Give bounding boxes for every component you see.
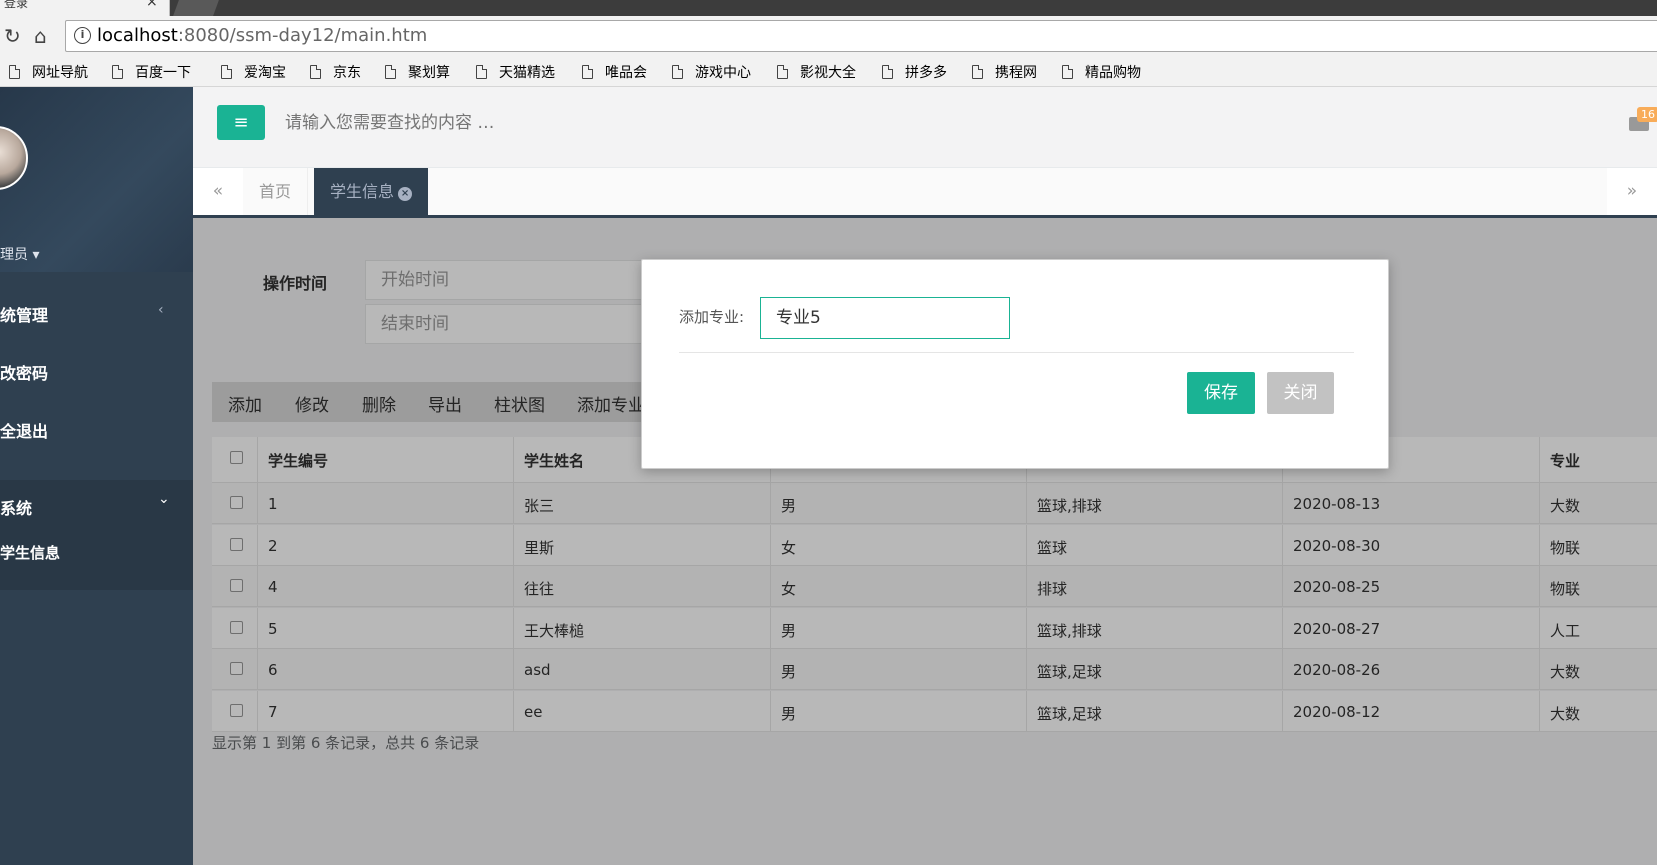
page-icon <box>310 65 321 79</box>
avatar[interactable] <box>0 126 28 190</box>
close-circle-icon[interactable]: × <box>398 187 413 201</box>
top-header: ≡ 16 <box>193 87 1657 168</box>
sidebar-item-system-manage[interactable]: 统管理 ‹ <box>0 287 193 342</box>
close-button[interactable]: 关闭 <box>1267 372 1334 414</box>
url-input[interactable]: i localhost:8080/ssm-day12/main.htm <box>65 20 1657 52</box>
page-icon <box>476 65 487 79</box>
role-dropdown[interactable]: 理员 ▾ <box>0 244 39 264</box>
bookmark-item[interactable]: 影视大全 <box>777 62 856 82</box>
tab-student-info[interactable]: 学生信息 × <box>314 168 429 215</box>
sidebar-item-logout[interactable]: 全退出 <box>0 403 193 458</box>
dialog-divider <box>679 352 1354 353</box>
address-bar: ↻ ⌂ i localhost:8080/ssm-day12/main.htm <box>0 16 1657 56</box>
search-input[interactable] <box>285 105 785 140</box>
bookmark-item[interactable]: 唯品会 <box>582 62 647 82</box>
new-tab-button[interactable] <box>173 0 219 16</box>
page-icon <box>672 65 683 79</box>
page-icon <box>582 65 593 79</box>
bookmark-item[interactable]: 京东 <box>310 62 361 82</box>
chevron-down-icon: ⌄ <box>158 491 170 507</box>
page-icon <box>777 65 788 79</box>
page-icon <box>221 65 232 79</box>
bookmark-item[interactable]: 拼多多 <box>882 62 947 82</box>
browser-tabstrip: 登录 × <box>0 0 1657 16</box>
tab-home[interactable]: 首页 <box>243 168 309 215</box>
major-field-label: 添加专业: <box>679 308 745 326</box>
browser-tab-title: 登录 <box>4 0 29 10</box>
bookmark-item[interactable]: 天猫精选 <box>476 62 555 82</box>
page-icon <box>1062 65 1073 79</box>
sidebar-item-system[interactable]: 系统 ⌄ 学生信息 <box>0 480 193 590</box>
browser-tab[interactable]: 登录 × <box>0 0 170 16</box>
sidebar-item-change-password[interactable]: 改密码 <box>0 345 193 400</box>
sidebar: 理员 ▾ 统管理 ‹ 改密码 全退出 系统 ⌄ 学生信息 <box>0 87 193 865</box>
content-tabs: « 首页 学生信息 × » <box>193 168 1657 218</box>
page-icon <box>112 65 123 79</box>
hamburger-icon: ≡ <box>233 112 249 133</box>
reload-icon[interactable]: ↻ <box>4 24 21 48</box>
url-text: localhost:8080/ssm-day12/main.htm <box>97 25 428 46</box>
profile-panel: 理员 ▾ <box>0 87 193 272</box>
mail-badge: 16 <box>1637 107 1657 122</box>
chevron-left-icon: ‹ <box>158 302 164 318</box>
sidebar-item-student-info[interactable]: 学生信息 <box>0 533 193 573</box>
info-icon[interactable]: i <box>74 27 91 44</box>
bookmark-item[interactable]: 携程网 <box>972 62 1037 82</box>
bookmark-item[interactable]: 百度一下 <box>112 62 191 82</box>
page-icon <box>9 65 20 79</box>
menu-toggle-button[interactable]: ≡ <box>217 105 265 140</box>
bookmarks-bar: 网址导航 百度一下 爱淘宝 京东 聚划算 天猫精选 唯品会 游戏中心 影视大全 … <box>0 56 1657 87</box>
bookmark-item[interactable]: 网址导航 <box>9 62 88 82</box>
major-input[interactable]: 专业5 <box>760 297 1010 339</box>
add-major-dialog: 添加专业: 专业5 保存 关闭 <box>641 259 1389 469</box>
page-icon <box>385 65 396 79</box>
page-icon <box>972 65 983 79</box>
bookmark-item[interactable]: 聚划算 <box>385 62 450 82</box>
tabs-scroll-left-icon[interactable]: « <box>193 168 243 215</box>
page-icon <box>882 65 893 79</box>
tab-close-icon[interactable]: × <box>146 0 158 10</box>
bookmark-item[interactable]: 爱淘宝 <box>221 62 286 82</box>
bookmark-item[interactable]: 游戏中心 <box>672 62 751 82</box>
tabs-scroll-right-icon[interactable]: » <box>1607 168 1657 215</box>
save-button[interactable]: 保存 <box>1187 372 1255 414</box>
bookmark-item[interactable]: 精品购物 <box>1062 62 1141 82</box>
home-icon[interactable]: ⌂ <box>34 24 47 48</box>
